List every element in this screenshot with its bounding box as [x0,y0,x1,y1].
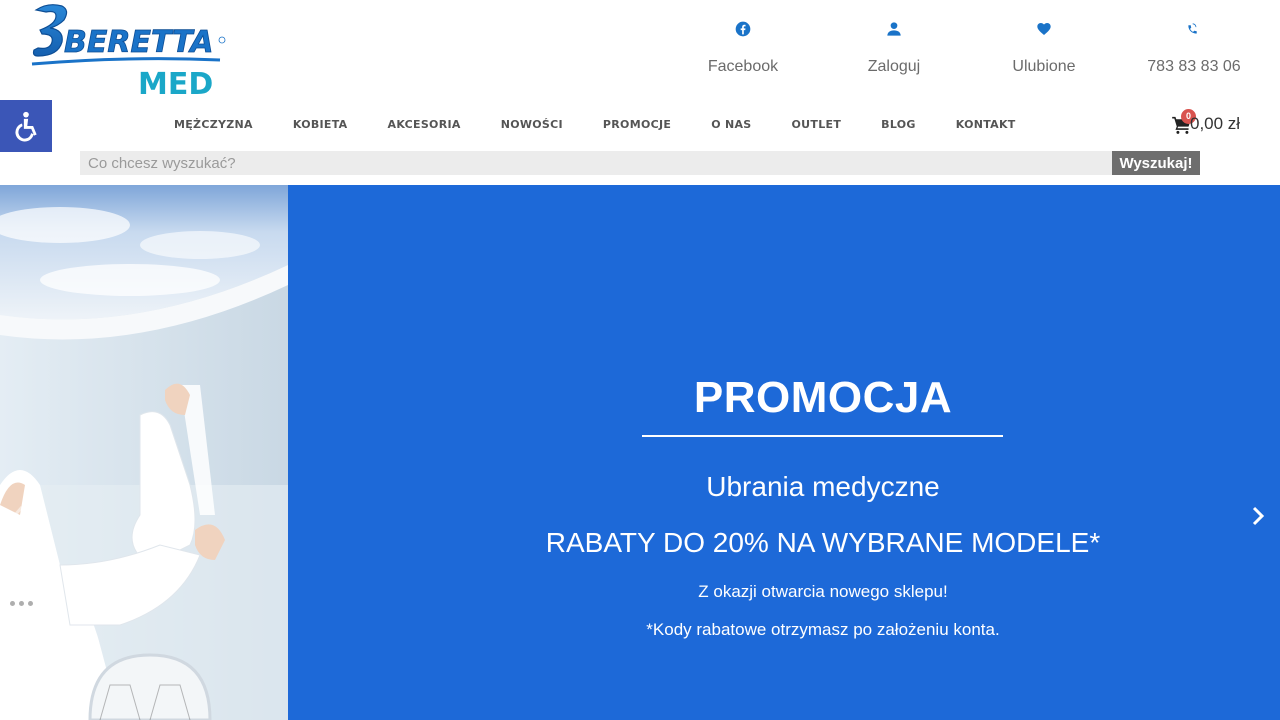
top-links: Facebook Zaloguj Ulubione 783 83 83 06 [668,18,1280,88]
nav-item-akcesoria[interactable]: AKCESORIA [368,116,481,136]
search-button[interactable]: Wyszukaj! [1112,151,1200,175]
slider-next-button[interactable] [1246,501,1270,531]
phone-link[interactable]: 783 83 83 06 [1119,18,1269,76]
nav-item-kontakt[interactable]: KONTAKT [936,116,1036,136]
main-nav: MĘŻCZYZNA KOBIETA AKCESORIA NOWOŚCI PROM… [154,116,1036,136]
user-icon [819,18,969,40]
facebook-label: Facebook [707,58,779,75]
facebook-icon [668,18,818,40]
slider-dot[interactable] [10,601,15,606]
logo-text-sub: MED [138,67,213,98]
login-link[interactable]: Zaloguj [819,18,969,76]
chevron-left-icon [13,506,24,524]
phone-icon [1119,18,1269,40]
slider-prev-button[interactable] [12,505,32,529]
wheelchair-icon [15,111,37,142]
nav-item-outlet[interactable]: OUTLET [772,116,862,136]
favorites-label: Ulubione [1012,58,1076,75]
accessibility-button[interactable] [0,100,52,152]
nav-item-promocje[interactable]: PROMOCJE [583,116,691,136]
beretta-med-logo[interactable]: BERETTA MED [28,2,228,98]
cart-amount: 0,00 zł [1190,114,1241,133]
heart-icon [969,18,1119,40]
search-bar: Wyszukaj! [80,151,1200,175]
promo-divider [642,435,1003,437]
slider-dot[interactable] [28,601,33,606]
search-input[interactable] [80,151,1112,175]
promo-note-opening: Z okazji otwarcia nowego sklepu! [698,582,948,601]
phone-label: 783 83 83 06 [1147,58,1241,75]
facebook-link[interactable]: Facebook [668,18,818,76]
favorites-link[interactable]: Ulubione [969,18,1119,76]
logo-text-main: BERETTA [64,25,213,60]
nav-item-nowosci[interactable]: NOWOŚCI [481,116,583,136]
hero-banner: PROMOCJA Ubrania medyczne RABATY DO 20% … [0,185,1280,720]
chevron-right-icon [1252,506,1265,526]
cart-button[interactable]: 0 0,00 zł [1170,109,1260,138]
nav-item-blog[interactable]: BLOG [861,116,936,136]
promo-note-codes: *Kody rabatowe otrzymasz po założeniu ko… [646,620,1000,639]
promo-title: PROMOCJA [693,373,953,422]
nav-item-kobieta[interactable]: KOBIETA [273,116,368,136]
promo-subtitle: Ubrania medyczne [706,471,940,502]
nav-item-mezczyzna[interactable]: MĘŻCZYZNA [154,116,273,136]
slider-dots [10,601,33,606]
slider-dot[interactable] [19,601,24,606]
site-header: BERETTA MED Facebook Zaloguj Ulubione 78… [0,0,1280,185]
hero-photo-doctor [0,185,288,720]
hero-content: PROMOCJA Ubrania medyczne RABATY DO 20% … [288,185,1280,720]
login-label: Zaloguj [867,58,921,75]
promo-discount: RABATY DO 20% NA WYBRANE MODELE* [545,527,1101,558]
nav-item-o-nas[interactable]: O NAS [691,116,771,136]
